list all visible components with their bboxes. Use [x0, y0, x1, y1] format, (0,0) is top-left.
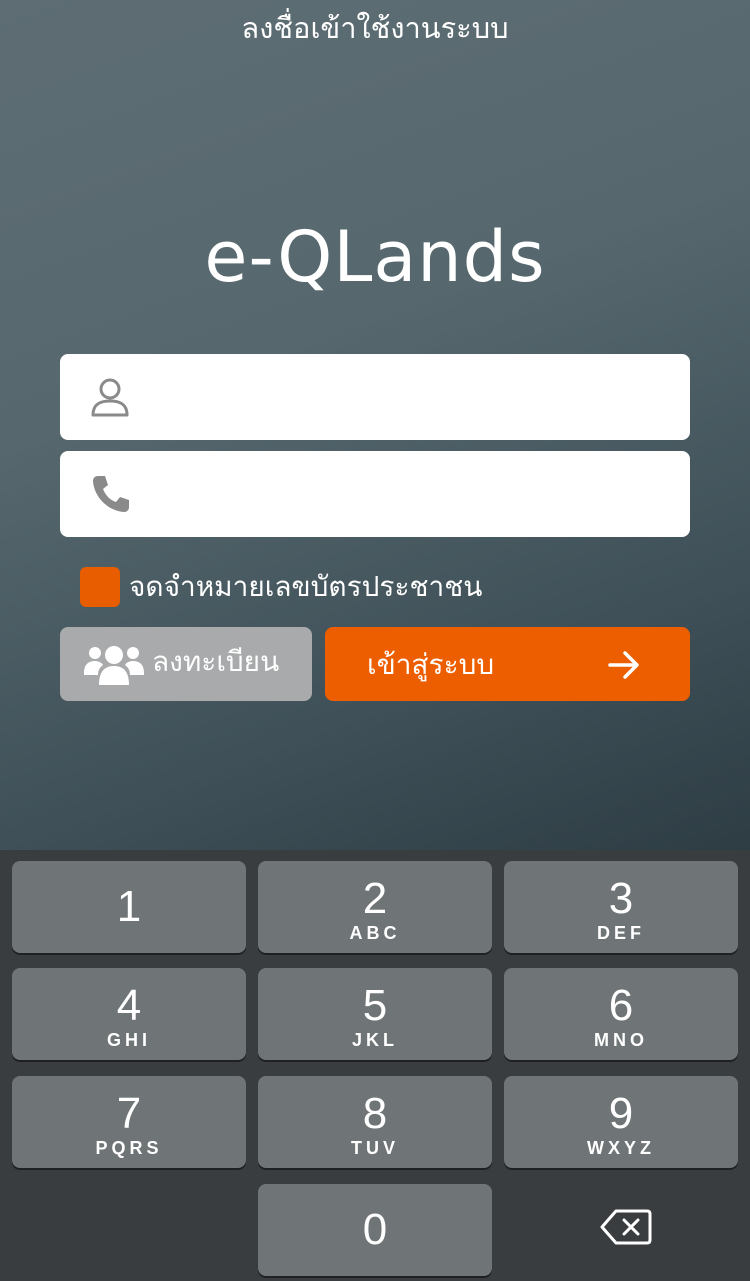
key-2[interactable]: 2 ABC: [258, 861, 492, 953]
key-8[interactable]: 8 TUV: [258, 1076, 492, 1168]
phone-input[interactable]: [155, 469, 669, 521]
key-1[interactable]: 1: [12, 861, 246, 953]
remember-label: จดจำหมายเลขบัตรประชาชน: [129, 570, 483, 603]
key-digit: 6: [608, 981, 634, 1030]
key-letters: ABC: [349, 923, 401, 943]
key-digit: 7: [116, 1089, 142, 1138]
key-5[interactable]: 5 JKL: [258, 968, 492, 1060]
user-icon: [91, 378, 129, 417]
phone-field[interactable]: [60, 451, 690, 537]
login-screen: ลงชื่อเข้าใช้งานระบบ e-QLands จดจำหมายเล…: [0, 0, 750, 850]
phone-icon: [93, 476, 129, 512]
page-title: ลงชื่อเข้าใช้งานระบบ: [241, 11, 509, 45]
key-digit: 3: [608, 874, 634, 923]
key-4[interactable]: 4 GHI: [12, 968, 246, 1060]
backspace-icon[interactable]: [600, 1208, 652, 1246]
remember-checkbox[interactable]: [80, 567, 120, 607]
username-input[interactable]: [155, 372, 669, 424]
key-digit: 1: [116, 882, 142, 931]
key-digit: 4: [116, 981, 142, 1030]
key-letters: TUV: [351, 1138, 399, 1158]
key-6[interactable]: 6 MNO: [504, 968, 738, 1060]
key-0[interactable]: 0: [258, 1184, 492, 1276]
key-digit: 2: [362, 874, 388, 923]
register-button[interactable]: ลงทะเบียน: [60, 627, 312, 701]
key-7[interactable]: 7 PQRS: [12, 1076, 246, 1168]
key-letters: PQRS: [95, 1138, 163, 1158]
register-label: ลงทะเบียน: [152, 645, 280, 678]
key-3[interactable]: 3 DEF: [504, 861, 738, 953]
people-icon: [84, 646, 144, 685]
app-logo: e-QLands: [204, 216, 546, 298]
key-digit: 8: [362, 1089, 388, 1138]
login-label: เข้าสู่ระบบ: [367, 648, 495, 681]
key-letters: MNO: [594, 1030, 648, 1050]
key-digit: 5: [362, 981, 388, 1030]
key-letters: GHI: [106, 1030, 151, 1050]
key-letters: WXYZ: [587, 1138, 655, 1158]
key-digit: 9: [608, 1089, 634, 1138]
username-field[interactable]: [60, 354, 690, 440]
login-button[interactable]: เข้าสู่ระบบ: [325, 627, 690, 701]
key-letters: DEF: [597, 923, 645, 943]
key-9[interactable]: 9 WXYZ: [504, 1076, 738, 1168]
key-digit: 0: [362, 1205, 388, 1254]
key-letters: JKL: [351, 1030, 398, 1050]
arrow-right-icon: [608, 651, 639, 679]
